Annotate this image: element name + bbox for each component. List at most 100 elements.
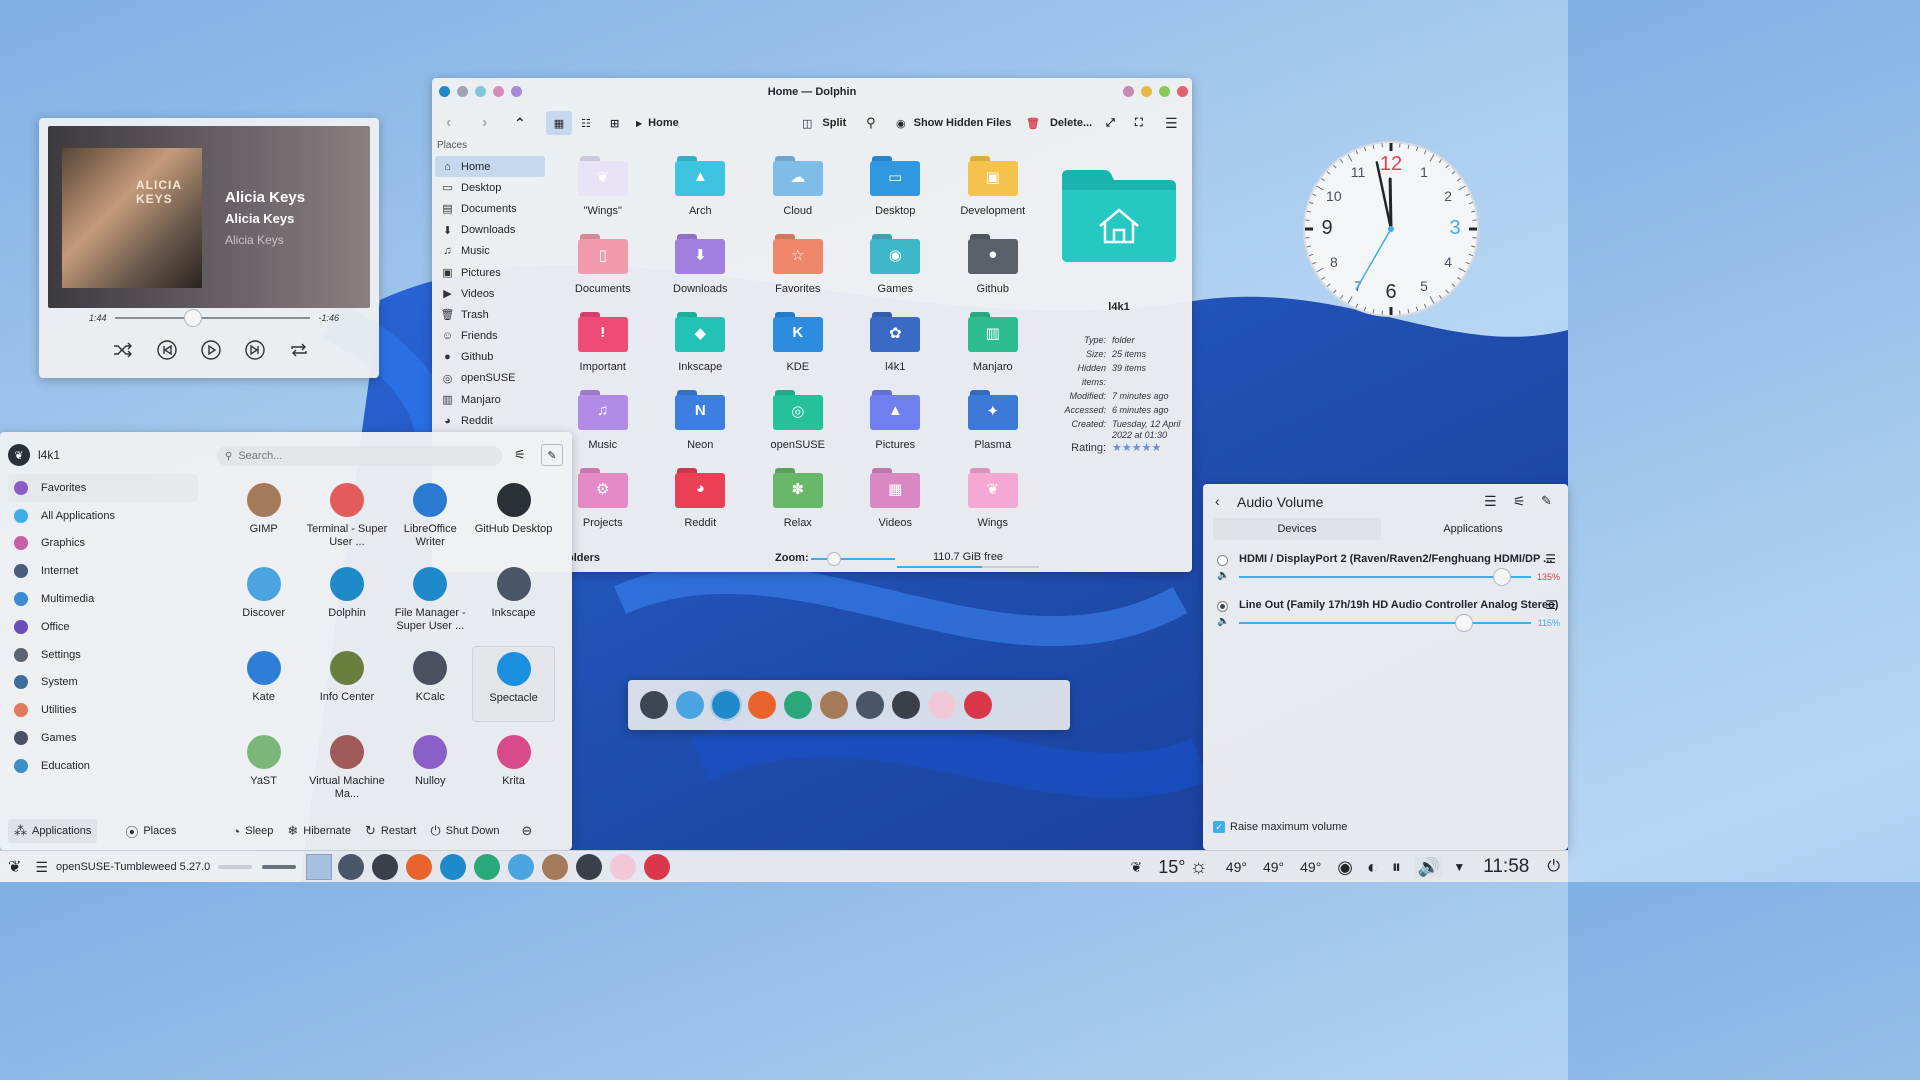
app-spectacle[interactable]: Spectacle — [471, 646, 556, 722]
volume-icon[interactable]: 🔊 — [1414, 856, 1444, 878]
folder-item[interactable]: ▲ Pictures — [847, 386, 945, 454]
category-settings[interactable]: Settings — [0, 641, 200, 669]
category-all-applications[interactable]: All Applications — [0, 502, 200, 530]
speaker-icon[interactable]: 🔈 — [1217, 570, 1229, 581]
shutdown-button[interactable]: ⏻ Shut Down — [430, 823, 499, 839]
app-yast[interactable]: YaST — [222, 730, 305, 806]
dock-app-icon[interactable] — [856, 691, 884, 719]
tab-devices[interactable]: Devices — [1213, 518, 1381, 540]
pause-icon[interactable]: ⏸ — [1392, 857, 1401, 878]
taskbar-app-icon[interactable] — [576, 854, 603, 880]
category-education[interactable]: Education — [0, 752, 200, 780]
dock-app-icon[interactable] — [784, 691, 812, 719]
icons-view-button[interactable]: ▦ — [546, 111, 572, 135]
category-internet[interactable]: Internet — [0, 557, 200, 585]
configure-button[interactable]: ⚟ — [1513, 493, 1526, 510]
category-games[interactable]: Games — [0, 724, 200, 752]
taskbar-app-icon[interactable] — [372, 854, 399, 880]
dock-app-icon[interactable] — [676, 691, 704, 719]
minimize-button[interactable] — [1141, 86, 1152, 97]
places-item-friends[interactable]: ☺ Friends — [435, 326, 547, 347]
taskbar-app-icon[interactable] — [406, 854, 433, 880]
device-menu-icon[interactable]: ☰ — [1545, 552, 1556, 566]
app-discover[interactable]: Discover — [222, 562, 305, 638]
folder-item[interactable]: ⬇ Downloads — [652, 230, 750, 298]
seek-handle[interactable] — [183, 309, 202, 327]
places-item-reddit[interactable]: ◕ Reddit — [435, 410, 547, 431]
applications-tab[interactable]: ⁂ Applications — [8, 819, 98, 843]
volume-handle[interactable] — [1492, 568, 1511, 586]
places-item-documents[interactable]: ▤ Documents — [435, 198, 547, 219]
places-item-pictures[interactable]: ▣ Pictures — [435, 262, 547, 283]
dock-app-icon[interactable] — [820, 691, 848, 719]
maximize-button[interactable] — [1159, 86, 1170, 97]
pin-button[interactable]: ✎ — [541, 444, 563, 466]
rating-stars[interactable]: ★★★★★ — [1112, 441, 1184, 455]
device-radio[interactable] — [1217, 555, 1228, 566]
folder-item[interactable]: ❦ "Wings" — [554, 152, 652, 220]
back-button[interactable]: ‹ — [446, 113, 451, 133]
app-dolphin[interactable]: Dolphin — [305, 562, 388, 638]
folder-item[interactable]: ◎ openSUSE — [749, 386, 847, 454]
volume-slider[interactable] — [1239, 568, 1531, 586]
folder-item[interactable]: K KDE — [749, 308, 847, 376]
zoom-handle[interactable] — [827, 552, 841, 566]
device-menu-icon[interactable]: ☰ — [1545, 598, 1556, 612]
shuffle-button[interactable] — [111, 338, 135, 362]
taskbar-app-icon[interactable] — [508, 854, 535, 880]
app-terminal-super-user-[interactable]: Terminal - Super User ... — [305, 478, 388, 554]
window-titlebar[interactable]: Home — Dolphin — [432, 78, 1192, 106]
delete-button[interactable]: 🗑 Delete... — [1026, 113, 1092, 133]
pin-button[interactable]: ✎ — [1541, 493, 1552, 509]
category-multimedia[interactable]: Multimedia — [0, 585, 200, 613]
dock-app-icon[interactable] — [964, 691, 992, 719]
category-utilities[interactable]: Utilities — [0, 696, 200, 724]
repeat-button[interactable] — [287, 338, 311, 362]
folder-item[interactable]: ▣ Development — [944, 152, 1042, 220]
launcher-user[interactable]: ❦ l4k1 — [8, 444, 60, 466]
dock-app-icon[interactable] — [892, 691, 920, 719]
device-radio[interactable] — [1217, 601, 1228, 612]
app-gimp[interactable]: GIMP — [222, 478, 305, 554]
places-tab[interactable]: ⦿ Places — [125, 822, 176, 841]
places-item-github[interactable]: ● Github — [435, 347, 547, 368]
temp-sensor-2[interactable]: 49° — [1263, 859, 1284, 875]
record-icon[interactable]: ◉ — [1337, 857, 1353, 878]
places-item-home[interactable]: ⌂ Home — [435, 156, 545, 178]
app-virtual-machine-ma-[interactable]: Virtual Machine Ma... — [305, 730, 388, 806]
fullscreen-button[interactable]: ⛶ — [1135, 113, 1143, 133]
temp-sensor-3[interactable]: 49° — [1300, 859, 1321, 875]
app-libreoffice-writer[interactable]: LibreOffice Writer — [389, 478, 472, 554]
app-file-manager-super-user-[interactable]: File Manager - Super User ... — [389, 562, 472, 638]
zoom-slider[interactable] — [811, 552, 895, 566]
folder-item[interactable]: ✦ Plasma — [944, 386, 1042, 454]
kde-connect-icon[interactable]: ❦ — [1130, 859, 1142, 876]
show-hidden-button[interactable]: ◉ Show Hidden Files — [896, 113, 1011, 133]
folder-item[interactable]: ! Important — [554, 308, 652, 376]
taskbar-app-icon[interactable] — [610, 854, 637, 880]
speaker-icon[interactable]: 🔈 — [1217, 616, 1229, 627]
window-list-icon[interactable]: ☰ — [35, 859, 48, 876]
pager-desktop-1[interactable] — [262, 865, 297, 869]
compact-view-button[interactable]: ☷ — [581, 113, 591, 133]
app-github-desktop[interactable]: GitHub Desktop — [472, 478, 555, 554]
app-krita[interactable]: Krita — [472, 730, 555, 806]
tray-expand-icon[interactable]: ▼ — [1453, 860, 1465, 874]
hibernate-button[interactable]: ❄ Hibernate — [287, 823, 351, 839]
dock-app-icon[interactable] — [928, 691, 956, 719]
folder-item[interactable]: N Neon — [652, 386, 750, 454]
dock-app-icon[interactable] — [710, 689, 742, 721]
places-item-manjaro[interactable]: ▥ Manjaro — [435, 389, 547, 410]
taskbar-app-icon[interactable] — [440, 854, 467, 880]
search-button[interactable]: ⚲ — [866, 113, 876, 133]
folder-item[interactable]: ● Github — [944, 230, 1042, 298]
places-item-music[interactable]: ♫ Music — [435, 241, 547, 262]
split-button[interactable]: ◫ Split — [802, 113, 846, 133]
category-system[interactable]: System — [0, 669, 200, 697]
folder-item[interactable]: ▯ Documents — [554, 230, 652, 298]
places-item-desktop[interactable]: ▭ Desktop — [435, 177, 547, 198]
search-box[interactable]: ⚲ — [217, 446, 502, 466]
folder-item[interactable]: ☆ Favorites — [749, 230, 847, 298]
search-input[interactable] — [238, 450, 479, 462]
category-favorites[interactable]: Favorites — [8, 474, 198, 502]
